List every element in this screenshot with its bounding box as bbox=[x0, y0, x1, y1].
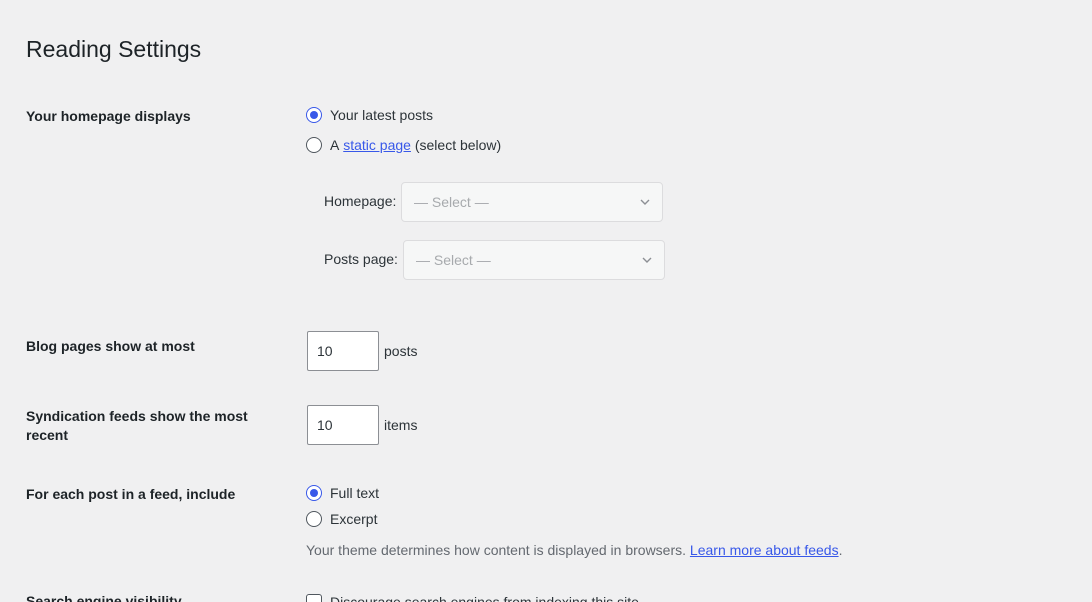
radio-button[interactable] bbox=[306, 511, 322, 527]
learn-more-feeds-link[interactable]: Learn more about feeds bbox=[690, 542, 839, 558]
radio-excerpt[interactable]: Excerpt bbox=[306, 510, 377, 528]
discourage-search-label: Discourage search engines from indexing … bbox=[330, 594, 639, 602]
radio-static-page[interactable]: A static page (select below) bbox=[306, 136, 501, 154]
radio-static-prefix: A bbox=[330, 137, 340, 153]
radio-latest-posts[interactable]: Your latest posts bbox=[306, 106, 433, 124]
syndication-label: Syndication feeds show the most recent bbox=[26, 408, 248, 443]
homepage-select-label: Homepage: bbox=[324, 193, 397, 209]
radio-full-text-label: Full text bbox=[330, 485, 380, 501]
posts-page-select-label: Posts page: bbox=[324, 251, 398, 267]
radio-latest-posts-label: Your latest posts bbox=[330, 107, 433, 123]
feed-description-text: Your theme determines how content is dis… bbox=[306, 542, 687, 558]
feed-include-label: For each post in a feed, include bbox=[26, 486, 236, 502]
radio-button[interactable] bbox=[306, 137, 322, 153]
discourage-search-checkbox-row[interactable]: Discourage search engines from indexing … bbox=[306, 593, 639, 602]
chevron-down-icon bbox=[642, 257, 652, 263]
radio-full-text[interactable]: Full text bbox=[306, 484, 379, 502]
blog-pages-unit: posts bbox=[384, 343, 418, 359]
radio-button[interactable] bbox=[306, 485, 322, 501]
syndication-unit: items bbox=[384, 417, 418, 433]
discourage-search-checkbox[interactable] bbox=[306, 594, 322, 602]
posts-page-select-value: — Select — bbox=[416, 252, 491, 268]
radio-button[interactable] bbox=[306, 107, 322, 123]
chevron-down-icon bbox=[640, 199, 650, 205]
blog-pages-input[interactable]: 10 bbox=[307, 331, 379, 371]
homepage-select[interactable]: — Select — bbox=[401, 182, 663, 222]
feed-description-period: . bbox=[838, 542, 843, 558]
posts-page-select[interactable]: — Select — bbox=[403, 240, 665, 280]
reading-settings-page: Reading Settings Your homepage displays … bbox=[0, 0, 1092, 602]
blog-pages-label: Blog pages show at most bbox=[26, 338, 195, 354]
feed-description: Your theme determines how content is dis… bbox=[306, 541, 842, 559]
radio-static-suffix: (select below) bbox=[414, 137, 502, 153]
homepage-select-value: — Select — bbox=[414, 194, 489, 210]
static-page-link[interactable]: static page bbox=[343, 136, 411, 154]
homepage-displays-label: Your homepage displays bbox=[26, 108, 191, 124]
search-visibility-label: Search engine visibility bbox=[26, 593, 182, 602]
syndication-input[interactable]: 10 bbox=[307, 405, 379, 445]
radio-excerpt-label: Excerpt bbox=[330, 511, 378, 527]
page-title: Reading Settings bbox=[26, 36, 202, 62]
